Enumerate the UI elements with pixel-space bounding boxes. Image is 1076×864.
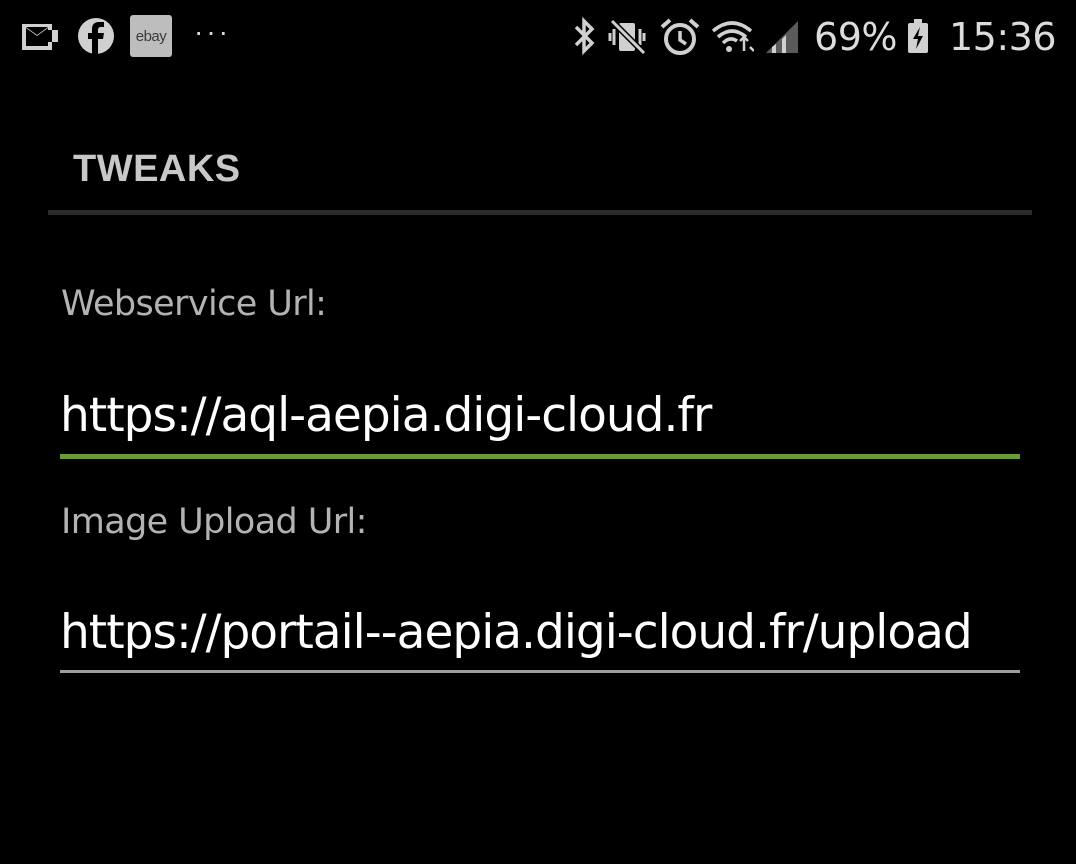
- email-icon: [18, 14, 62, 58]
- image-upload-url-underline: [60, 670, 1020, 673]
- section-title: TWEAKS: [73, 148, 241, 190]
- section-divider: [48, 210, 1032, 215]
- webservice-url-input[interactable]: [60, 380, 1019, 450]
- webservice-url-label: Webservice Url:: [61, 284, 327, 324]
- more-notifications-icon: ···: [194, 16, 231, 47]
- ebay-icon: ebay: [130, 15, 172, 57]
- image-upload-url-input[interactable]: [60, 597, 1019, 667]
- battery-icon: [905, 15, 931, 59]
- bluetooth-icon: [570, 15, 598, 59]
- system-icons: 69% 15:36: [570, 10, 1057, 64]
- notification-icons: ebay ···: [18, 14, 231, 58]
- image-upload-url-label: Image Upload Url:: [61, 502, 367, 542]
- vibrate-icon: [606, 15, 650, 59]
- webservice-url-underline: [60, 454, 1020, 459]
- alarm-icon: [658, 15, 702, 59]
- status-bar: ebay ··· 69% 15:36: [0, 0, 1076, 76]
- facebook-icon: [74, 14, 118, 58]
- clock: 15:36: [948, 15, 1057, 59]
- signal-icon: [762, 15, 802, 59]
- wifi-icon: [710, 15, 755, 59]
- battery-percentage: 69%: [814, 15, 897, 59]
